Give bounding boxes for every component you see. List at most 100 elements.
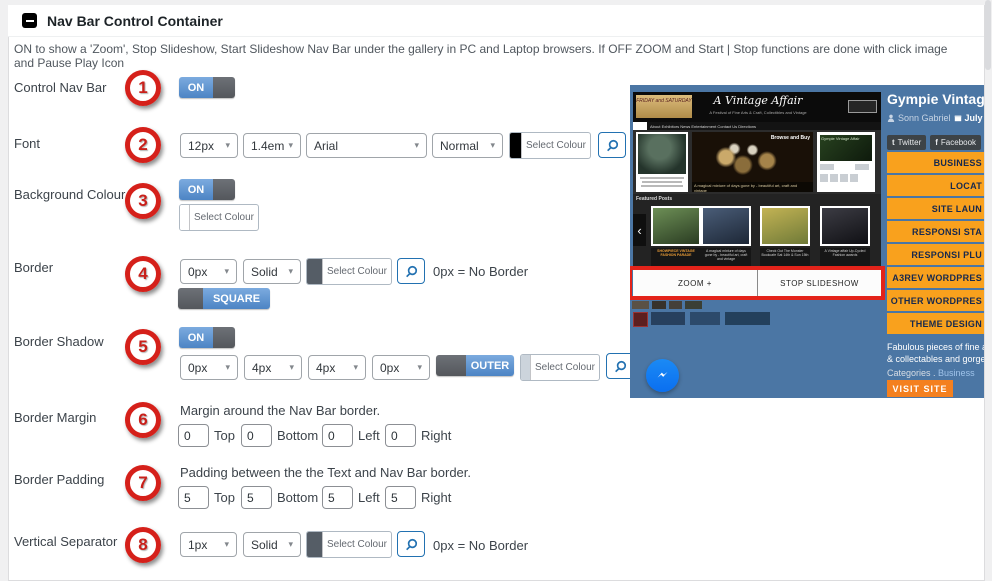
calendar-icon (954, 115, 961, 122)
twitter-icon: t (892, 138, 895, 147)
separator-style-value: Solid (251, 537, 278, 552)
font-lineheight-select[interactable]: 1.4em ▾ (243, 133, 301, 158)
preview-mini-thumb (633, 312, 648, 327)
control-nav-bar-toggle[interactable]: ON (179, 77, 235, 98)
preview-social-buttons: t Twitter f Facebook (887, 135, 984, 150)
search-icon (405, 265, 417, 277)
preview-card-center: Browse and Buy A magical mixture of days… (692, 132, 813, 192)
preview-visit-site-button: VISIT SITE (887, 380, 953, 397)
border-width-select[interactable]: 0px ▾ (180, 259, 237, 284)
margin-bottom-input[interactable] (241, 424, 272, 447)
select-colour-label: Select Colour (326, 539, 387, 550)
shadow-h-select[interactable]: 0px ▾ (180, 355, 238, 380)
border-shadow-toggle[interactable]: ON (179, 327, 235, 348)
font-size-value: 12px (188, 138, 215, 153)
messenger-icon (646, 359, 679, 392)
separator-width-select[interactable]: 1px ▾ (180, 532, 237, 557)
annotation-marker-8: 8 (125, 527, 161, 563)
preview-featured-posts-label: Featured Posts (636, 196, 673, 202)
preview-menu-items: About Exhibitors News Entertainment Cont… (650, 123, 757, 129)
font-weight-value: Normal (440, 138, 479, 153)
shadow-h-value: 0px (188, 360, 208, 375)
padding-bottom-input[interactable] (241, 486, 272, 509)
background-colour-button[interactable]: Select Colour (179, 204, 259, 231)
collapse-icon[interactable] (22, 13, 37, 28)
facebook-button: f Facebook (930, 135, 982, 150)
separator-preview-button[interactable] (397, 531, 425, 557)
font-preview-button[interactable] (598, 132, 626, 158)
nav-bar-preview-image: FRIDAY and SATURDAY A Vintage Affair A F… (630, 85, 984, 398)
border-margin-hint: Margin around the Nav Bar border. (180, 403, 381, 418)
annotation-marker-6: 6 (125, 402, 161, 438)
padding-top-input[interactable] (178, 486, 209, 509)
padding-right-input[interactable] (385, 486, 416, 509)
preview-mini-thumb (690, 312, 720, 325)
chevron-down-icon: ▾ (225, 140, 230, 150)
shadow-blur-value: 4px (316, 360, 336, 375)
font-colour-button[interactable]: Select Colour (509, 132, 591, 159)
shadow-position-toggle[interactable]: OUTER (436, 355, 514, 376)
font-size-select[interactable]: 12px ▾ (180, 133, 238, 158)
border-preview-button[interactable] (397, 258, 425, 284)
preview-menu-item: RESPONSI PLU (887, 244, 984, 265)
chevron-down-icon: ▾ (288, 539, 293, 549)
preview-thumb-caption: A Vintage affair Up-Cycled Fashion award… (820, 248, 870, 266)
padding-left-input[interactable] (322, 486, 353, 509)
border-corner-toggle[interactable]: SQUARE (178, 288, 270, 309)
toggle-knob (178, 288, 203, 309)
preview-thumbnail (760, 206, 810, 246)
control-nav-bar-label: Control Nav Bar (14, 80, 107, 95)
vertical-separator-label: Vertical Separator (14, 534, 118, 549)
toggle-outer-label: OUTER (466, 355, 514, 376)
shadow-blur-select[interactable]: 4px ▾ (308, 355, 366, 380)
preview-post-excerpt: Fabulous pieces of fine ar (887, 342, 984, 352)
preview-post-title: Gympie Vintage (887, 91, 984, 107)
shadow-v-select[interactable]: 4px ▾ (244, 355, 302, 380)
facebook-icon: f (935, 138, 938, 147)
chevron-down-icon: ▾ (490, 140, 495, 150)
preview-thumb-caption: A magical mixture of days gone by - beau… (701, 248, 751, 266)
margin-right-label: Right (421, 428, 452, 443)
select-colour-label: Select Colour (525, 140, 586, 151)
preview-menu-item: SITE LAUN (887, 198, 984, 219)
margin-left-input[interactable] (322, 424, 353, 447)
font-weight-select[interactable]: Normal ▾ (432, 133, 503, 158)
preview-categories: Categories . Business (887, 368, 975, 378)
background-colour-label: Background Colour (14, 187, 126, 202)
select-colour-label: Select Colour (326, 266, 387, 277)
font-colour-swatch (510, 133, 522, 158)
border-padding-hint: Padding between the the Text and Nav Bar… (180, 465, 472, 480)
border-colour-button[interactable]: Select Colour (306, 258, 392, 285)
border-shadow-label: Border Shadow (14, 334, 104, 349)
border-width-value: 0px (188, 264, 208, 279)
scrollbar-thumb[interactable] (985, 0, 991, 70)
font-family-value: Arial (314, 138, 339, 153)
border-colour-swatch (307, 259, 323, 284)
shadow-colour-button[interactable]: Select Colour (520, 354, 600, 381)
font-label: Font (14, 136, 41, 151)
font-family-select[interactable]: Arial ▾ (306, 133, 427, 158)
border-style-select[interactable]: Solid ▾ (243, 259, 301, 284)
padding-left-label: Left (358, 490, 380, 505)
preview-date: July 15, 2 (964, 113, 984, 123)
preview-menu-item: LOCAT (887, 175, 984, 196)
separator-colour-button[interactable]: Select Colour (306, 531, 392, 558)
annotation-marker-2: 2 (125, 127, 161, 163)
preview-home-chip (633, 122, 647, 130)
preview-card-caption: A magical mixture of days gone by - beau… (692, 182, 813, 192)
shadow-spread-select[interactable]: 0px ▾ (372, 355, 430, 380)
annotation-marker-1: 1 (125, 70, 161, 106)
red-highlight-box (630, 266, 885, 300)
chevron-down-icon: ▾ (289, 362, 294, 372)
preview-post-excerpt: & collectables and gorgeo (887, 354, 984, 364)
separator-style-select[interactable]: Solid ▾ (243, 532, 301, 557)
background-colour-toggle[interactable]: ON (179, 179, 235, 200)
padding-top-label: Top (214, 490, 235, 505)
preview-content-cards: Browse and Buy A magical mixture of days… (633, 130, 881, 194)
search-icon (606, 139, 618, 151)
margin-top-input[interactable] (178, 424, 209, 447)
preview-thumb-caption: Check Out The Monster Bookcafe Sat 14th … (760, 248, 810, 266)
preview-menu-item: OTHER WORDPRES (887, 290, 984, 311)
select-colour-label: Select Colour (534, 362, 595, 373)
margin-right-input[interactable] (385, 424, 416, 447)
